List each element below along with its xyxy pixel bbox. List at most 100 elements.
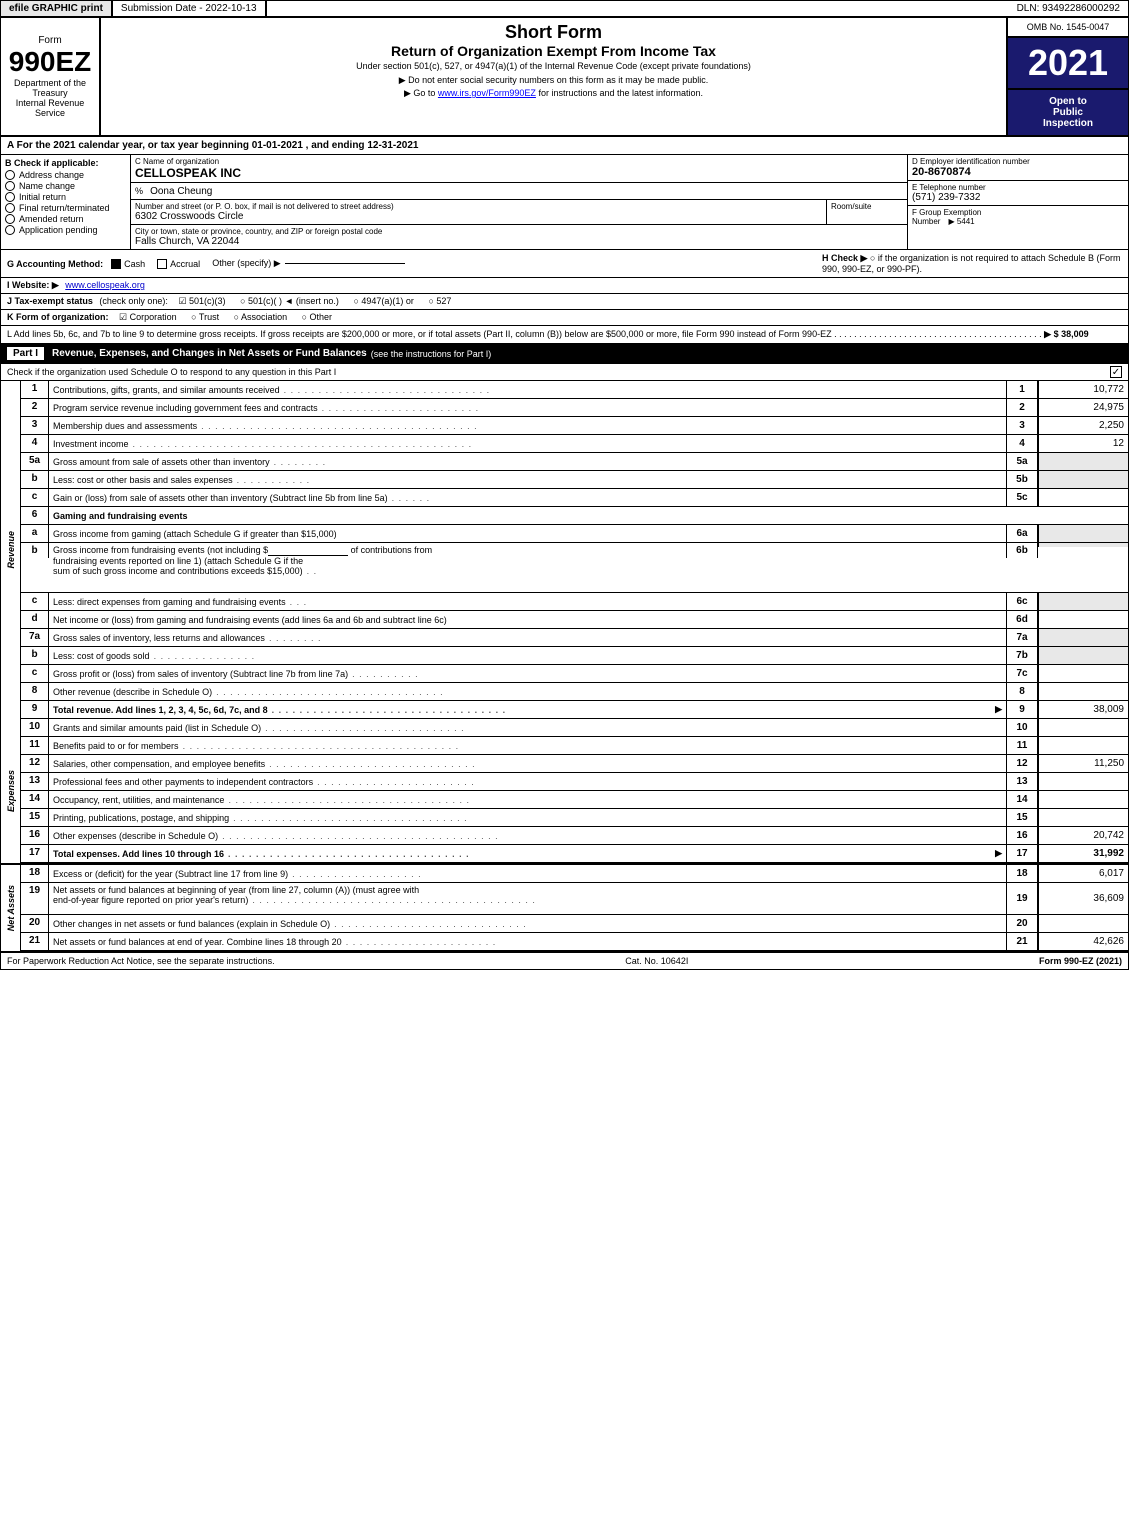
city-block: City or town, state or province, country…	[131, 225, 907, 249]
initial-return-circle	[5, 192, 15, 202]
group-number: ▶ 5441	[948, 217, 974, 226]
row-15-num: 15	[21, 809, 49, 826]
row-13-linenum: 13	[1006, 773, 1038, 790]
phone-value: (571) 239-7332	[912, 192, 1124, 203]
org-right-block: D Employer identification number 20-8670…	[908, 155, 1128, 249]
row-6-spacer	[1006, 507, 1128, 524]
street-value: 6302 Crosswoods Circle	[135, 211, 822, 222]
final-return-circle	[5, 203, 15, 213]
form-page: efile GRAPHIC print Submission Date - 20…	[0, 0, 1129, 970]
row-19-linenum: 19	[1006, 883, 1038, 914]
check-app-pending: Application pending	[5, 225, 126, 235]
check-initial-return: Initial return	[5, 192, 126, 202]
row-20-num: 20	[21, 915, 49, 932]
bullet2: ▶ Go to www.irs.gov/Form990EZ for instru…	[109, 88, 998, 99]
row-12-desc: Salaries, other compensation, and employ…	[49, 755, 1006, 772]
row-5a-dots: . . . . . . . .	[274, 457, 998, 467]
city-value: Falls Church, VA 22044	[135, 236, 903, 247]
row-7c-amount	[1038, 665, 1128, 682]
row-21-linenum: 21	[1006, 933, 1038, 950]
row-4: 4 Investment income . . . . . . . . . . …	[21, 435, 1128, 453]
ein-block: D Employer identification number 20-8670…	[908, 155, 1128, 181]
org-name: CELLOSPEAK INC	[135, 166, 903, 180]
row-6b-desc2: fundraising events reported on line 1) (…	[53, 556, 303, 566]
row-11-desc: Benefits paid to or for members . . . . …	[49, 737, 1006, 754]
phone-block: E Telephone number (571) 239-7332	[908, 181, 1128, 206]
row-20-linenum: 20	[1006, 915, 1038, 932]
row-8-desc: Other revenue (describe in Schedule O) .…	[49, 683, 1006, 700]
row-12-amount: 11,250	[1038, 755, 1128, 772]
submission-date: Submission Date - 2022-10-13	[113, 1, 267, 16]
row-3-num: 3	[21, 417, 49, 434]
expenses-side: Expenses	[1, 719, 21, 863]
row-18: 18 Excess or (deficit) for the year (Sub…	[21, 865, 1128, 883]
row-7c-num: c	[21, 665, 49, 682]
l-dots: . . . . . . . . . . . . . . . . . . . . …	[834, 329, 1042, 339]
row-20: 20 Other changes in net assets or fund b…	[21, 915, 1128, 933]
row-6c-desc: Less: direct expenses from gaming and fu…	[49, 593, 1006, 610]
website-url[interactable]: www.cellospeak.org	[65, 280, 145, 290]
row-6d-amount	[1038, 611, 1128, 628]
row-6b-linenum: 6b	[1006, 543, 1038, 558]
c-label: C Name of organization	[135, 157, 903, 166]
open-inspection: Open to Public Inspection	[1008, 90, 1128, 135]
row-17-num: 17	[21, 845, 49, 862]
dept-line4: Service	[35, 108, 65, 118]
h-check-block: H Check ▶ ○ if the organization is not r…	[822, 253, 1122, 274]
row-9-num: 9	[21, 701, 49, 718]
row-5a-num: 5a	[21, 453, 49, 470]
l-arrow: ▶	[1044, 329, 1051, 339]
row-7a-dots: . . . . . . . .	[269, 633, 998, 643]
form-label: Form	[38, 35, 61, 46]
part-i-label: Part I	[7, 347, 44, 360]
tax-status-row: J Tax-exempt status (check only one): ☑ …	[1, 294, 1128, 310]
j-label: J Tax-exempt status	[7, 296, 93, 306]
tax-527: ○ 527	[428, 296, 451, 306]
row-3-linenum: 3	[1006, 417, 1038, 434]
row-3-dots: . . . . . . . . . . . . . . . . . . . . …	[201, 421, 998, 431]
row-3-desc: Membership dues and assessments . . . . …	[49, 417, 1006, 434]
row-12: 12 Salaries, other compensation, and emp…	[21, 755, 1128, 773]
row-20-desc: Other changes in net assets or fund bala…	[49, 915, 1006, 932]
row-4-dots: . . . . . . . . . . . . . . . . . . . . …	[133, 439, 998, 449]
row-7c-desc: Gross profit or (loss) from sales of inv…	[49, 665, 1006, 682]
row-5b-num: b	[21, 471, 49, 488]
footer-cat: Cat. No. 10642I	[625, 956, 688, 966]
tax-501c: ○ 501(c)( ) ◄ (insert no.)	[240, 296, 339, 306]
f-label2: Number	[912, 217, 940, 226]
room-label: Room/suite	[831, 202, 903, 211]
row-5c-desc: Gain or (loss) from sale of assets other…	[49, 489, 1006, 506]
person-name-block: % Oona Cheung	[131, 183, 907, 200]
check-final-return: Final return/terminated	[5, 203, 126, 213]
row-16: 16 Other expenses (describe in Schedule …	[21, 827, 1128, 845]
i-label: I Website: ▶	[7, 280, 59, 290]
row-2: 2 Program service revenue including gove…	[21, 399, 1128, 417]
website-row: I Website: ▶ www.cellospeak.org	[1, 278, 1128, 294]
form-org-row: K Form of organization: ☑ Corporation ○ …	[1, 310, 1128, 326]
dept-line3: Internal Revenue	[16, 98, 85, 108]
row-6a-desc: Gross income from gaming (attach Schedul…	[49, 525, 1006, 542]
name-change-label: Name change	[19, 181, 75, 191]
check-line-row: Check if the organization used Schedule …	[1, 364, 1128, 381]
row-9-dots: . . . . . . . . . . . . . . . . . . . . …	[272, 705, 991, 715]
l-text: L Add lines 5b, 6c, and 7b to line 9 to …	[7, 329, 832, 339]
row-7b-linenum: 7b	[1006, 647, 1038, 664]
row-1-amount: 10,772	[1038, 381, 1128, 398]
name-change-circle	[5, 181, 15, 191]
row-14: 14 Occupancy, rent, utilities, and maint…	[21, 791, 1128, 809]
row-5b-desc: Less: cost or other basis and sales expe…	[49, 471, 1006, 488]
f-label: F Group Exemption	[912, 208, 1124, 217]
row-10-desc: Grants and similar amounts paid (list in…	[49, 719, 1006, 736]
row-5a-linenum: 5a	[1006, 453, 1038, 470]
part-i-header: Part I Revenue, Expenses, and Changes in…	[1, 344, 1128, 364]
irs-link[interactable]: www.irs.gov/Form990EZ	[438, 88, 536, 98]
amended-return-label: Amended return	[19, 214, 84, 224]
address-block: Number and street (or P. O. box, if mail…	[131, 200, 907, 225]
row-14-num: 14	[21, 791, 49, 808]
row-6d-linenum: 6d	[1006, 611, 1038, 628]
row-2-desc: Program service revenue including govern…	[49, 399, 1006, 416]
address-label: Number and street (or P. O. box, if mail…	[135, 202, 822, 211]
row-6c-dots: . . .	[290, 597, 998, 607]
j-sub: (check only one):	[99, 296, 168, 306]
other-label: Other (specify) ▶	[212, 258, 280, 269]
